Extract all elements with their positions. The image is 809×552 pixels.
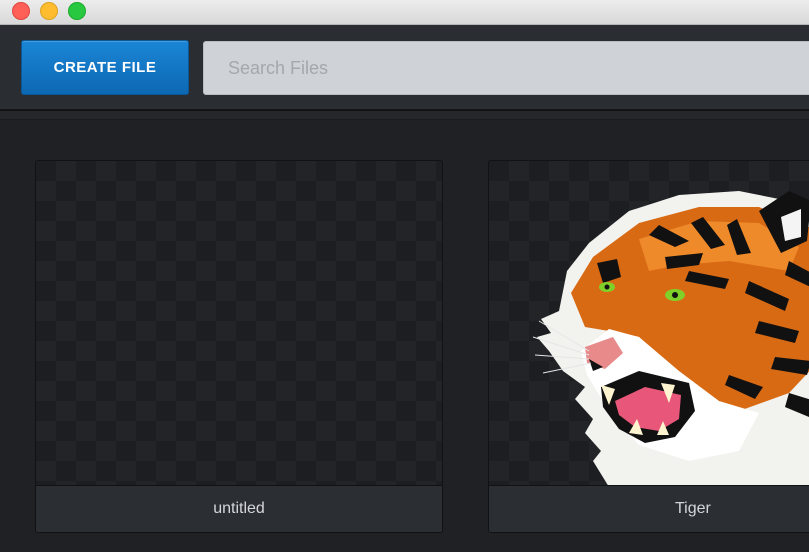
file-name-label: untitled <box>36 485 442 532</box>
window-titlebar <box>0 0 809 25</box>
file-card-untitled[interactable]: untitled <box>35 160 443 533</box>
file-thumbnail[interactable] <box>489 161 809 487</box>
file-card-tiger[interactable]: Tiger <box>488 160 809 533</box>
close-window-button[interactable] <box>12 2 30 20</box>
toolbar-divider <box>0 111 809 120</box>
search-files-input[interactable] <box>203 41 809 95</box>
minimize-window-button[interactable] <box>40 2 58 20</box>
maximize-window-button[interactable] <box>68 2 86 20</box>
create-file-button[interactable]: CREATE FILE <box>21 40 189 95</box>
file-thumbnail[interactable] <box>36 161 442 487</box>
toolbar: CREATE FILE <box>0 25 809 111</box>
file-name-label: Tiger <box>489 485 809 532</box>
tiger-image <box>532 191 809 487</box>
